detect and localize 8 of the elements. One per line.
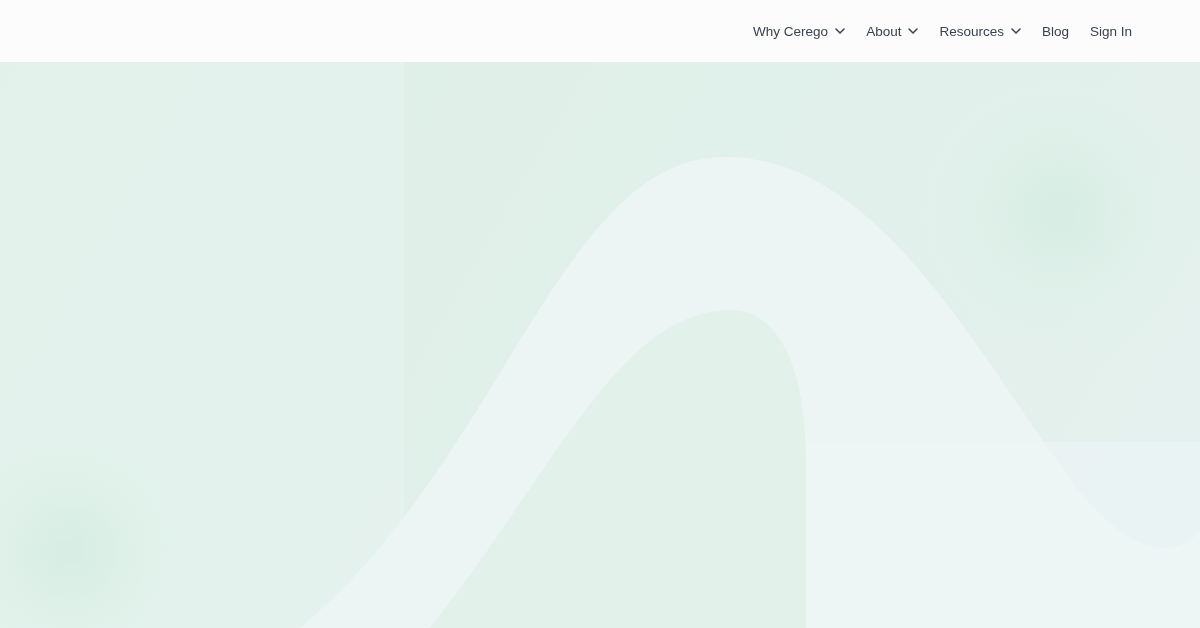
nav-dropdown[interactable]: Why Cerego	[753, 23, 846, 39]
chevron-down-icon	[835, 28, 846, 34]
nav-link[interactable]: Sign In	[1089, 23, 1132, 39]
nav-link[interactable]: Blog	[1041, 23, 1069, 39]
nav-dropdown[interactable]: Resources	[939, 23, 1021, 39]
nav-dropdown[interactable]: About	[866, 23, 919, 39]
chevron-down-icon	[908, 28, 919, 34]
chevron-down-icon	[1010, 28, 1021, 34]
